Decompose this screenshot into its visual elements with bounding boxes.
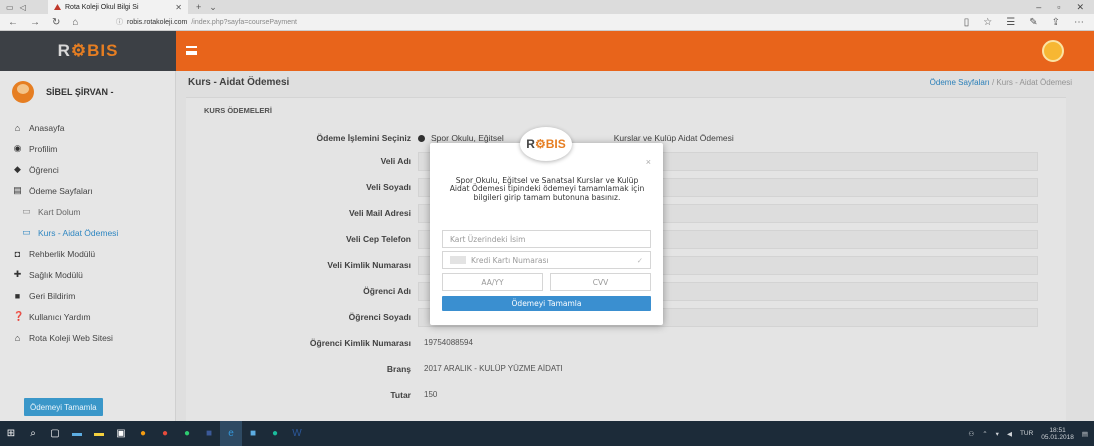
back-icon[interactable]: ← [8,17,18,28]
payment-modal: R ⚙ BIS × Spor Okulu, Eğitsel ve Sanatsal … [430,127,663,325]
tab-title: Rota Koleji Okul Bilgi Si [65,3,139,11]
new-tab-icon[interactable]: + [196,2,201,13]
sidebar: SİBEL ŞİRVAN - ⌂ Anasayfa ◉ Profilim ◆ Öğre… [0,71,176,421]
browser-tab[interactable]: Rota Koleji Okul Bilgi Si ✕ [48,0,188,14]
card-icon: ▭ [22,206,31,216]
address-bar: ← → ↻ ⌂ ⓘ robis.rotakoleji.com/index.php… [0,14,1094,31]
start-icon[interactable]: ⊞ [0,421,22,446]
refresh-icon[interactable]: ↻ [52,17,60,28]
home-icon: ⌂ [14,332,21,343]
sidebar-item-kurs-aidat-odemesi[interactable]: ▭ Kurs - Aidat Ödemesi [0,222,175,243]
robis-logo[interactable]: R⚙BIS [58,41,119,61]
app-icon[interactable]: ■ [198,421,220,446]
graduation-cap-icon: ◆ [14,164,21,174]
feedback-icon: ■ [14,290,21,301]
shield-icon: ◘ [14,248,21,259]
task-view-icon[interactable]: ▢ [44,421,66,446]
user-avatar[interactable] [1042,40,1064,62]
tab-preview-icon[interactable]: ▭ [6,3,14,12]
app-icon[interactable]: ● [154,421,176,446]
app-icon[interactable]: ● [176,421,198,446]
favicon-icon [54,4,61,10]
url-path: /index.php?sayfa=coursePayment [191,18,297,26]
favorites-hub-icon[interactable]: ☰ [1006,17,1015,28]
menu-toggle-icon[interactable] [186,46,197,55]
notes-pen-icon[interactable]: ✎ [1029,17,1037,28]
clock[interactable]: 18:51 05.01.2018 [1041,427,1074,441]
sidebar-item-odeme-sayfalari[interactable]: ▤ Ödeme Sayfaları [0,180,175,201]
user-name: SİBEL ŞİRVAN - [46,87,114,97]
url-host: robis.rotakoleji.com [127,18,188,26]
sidebar-item-kullanici-yardim[interactable]: ❓ Kullanıcı Yardım [0,306,175,327]
user-circle-icon: ◉ [13,143,22,153]
network-icon[interactable]: ▾ [996,430,999,438]
url-field[interactable]: ⓘ robis.rotakoleji.com/index.php?sayfa=c… [116,17,297,27]
complete-payment-button[interactable]: Ödemeyi Tamamla [24,398,103,416]
app-icon[interactable]: ● [264,421,286,446]
card-name-input[interactable]: Kart Üzerindeki İsim [442,230,651,248]
sidebar-item-geri-bildirim[interactable]: ■ Geri Bildirim [0,285,175,306]
card-brand-icon [450,256,466,264]
tab-list-icon[interactable]: ⌄ [209,2,217,13]
share-icon[interactable]: ⇪ [1052,17,1060,28]
modal-message: Spor Okulu, Eğitsel ve Sanatsal Kurslar … [449,176,645,202]
tab-back-icon[interactable]: ◁ [20,3,26,12]
store-icon[interactable]: ▣ [110,421,132,446]
word-icon[interactable]: W [286,421,308,446]
credit-card-icon: ▤ [13,185,22,195]
card-icon: ▭ [22,227,31,237]
app-icon[interactable]: ● [132,421,154,446]
maximize-icon[interactable]: ▫ [1057,2,1060,13]
help-icon: ❓ [13,311,25,321]
expiry-input[interactable]: AA/YY [442,273,543,291]
info-icon: ⓘ [116,19,123,26]
notifications-icon[interactable]: ▤ [1082,430,1088,438]
sidebar-item-web-sitesi[interactable]: ⌂ Rota Koleji Web Sitesi [0,327,175,348]
edge-icon[interactable]: e [220,421,242,446]
windows-taskbar: ⊞ ⌕ ▢ ▬ ▬ ▣ ● ● ● ■ e ■ ● W ⚇ ⌃ ▾ ◀ TUR … [0,421,1094,446]
avatar [12,81,34,103]
reading-view-icon[interactable]: ▯ [964,17,970,28]
system-tray: ⚇ ⌃ ▾ ◀ TUR 18:51 05.01.2018 ▤ [968,427,1094,441]
modal-complete-payment-button[interactable]: Ödemeyi Tamamla [442,296,651,311]
sidebar-item-rehberlik[interactable]: ◘ Rehberlik Modülü [0,243,175,264]
sidebar-item-saglik[interactable]: ✚ Sağlık Modülü [0,264,175,285]
top-navbar [176,31,1094,71]
tab-actions: ▭ ◁ [0,3,48,12]
sidebar-item-kart-dolum[interactable]: ▭ Kart Dolum [0,201,175,222]
minimize-icon[interactable]: – [1036,2,1041,13]
check-icon: ✓ [636,255,643,265]
logo-area: R⚙BIS [0,31,176,71]
sidebar-item-profilim[interactable]: ◉ Profilim [0,138,175,159]
sidebar-item-anasayfa[interactable]: ⌂ Anasayfa [0,117,175,138]
folder-icon[interactable]: ▬ [88,421,110,446]
people-icon[interactable]: ⚇ [968,430,974,438]
sidebar-menu: ⌂ Anasayfa ◉ Profilim ◆ Öğrenci ▤ Ödeme Sayf… [0,117,175,348]
favorite-star-icon[interactable]: ☆ [983,17,992,28]
modal-close-icon[interactable]: × [646,157,651,167]
cvv-input[interactable]: CVV [550,273,651,291]
modal-logo: R ⚙ BIS [520,127,572,161]
language-indicator[interactable]: TUR [1020,430,1033,437]
user-panel[interactable]: SİBEL ŞİRVAN - [0,71,175,113]
chevron-up-icon[interactable]: ⌃ [982,430,987,438]
more-icon[interactable]: ⋯ [1074,17,1084,28]
home-browser-icon[interactable]: ⌂ [72,17,78,28]
search-icon[interactable]: ⌕ [22,421,44,446]
home-icon: ⌂ [14,122,21,133]
volume-icon[interactable]: ◀ [1007,430,1012,438]
browser-tab-bar: ▭ ◁ Rota Koleji Okul Bilgi Si ✕ + ⌄ – ▫ … [0,0,1094,14]
window-close-icon[interactable]: ✕ [1076,2,1084,13]
health-icon: ✚ [13,269,22,279]
app-icon[interactable]: ▬ [66,421,88,446]
forward-icon[interactable]: → [30,17,40,28]
tab-close-icon[interactable]: ✕ [175,3,182,12]
app-icon[interactable]: ■ [242,421,264,446]
sidebar-item-ogrenci[interactable]: ◆ Öğrenci [0,159,175,180]
card-number-input[interactable]: Kredi Kartı Numarası ✓ [442,251,651,269]
